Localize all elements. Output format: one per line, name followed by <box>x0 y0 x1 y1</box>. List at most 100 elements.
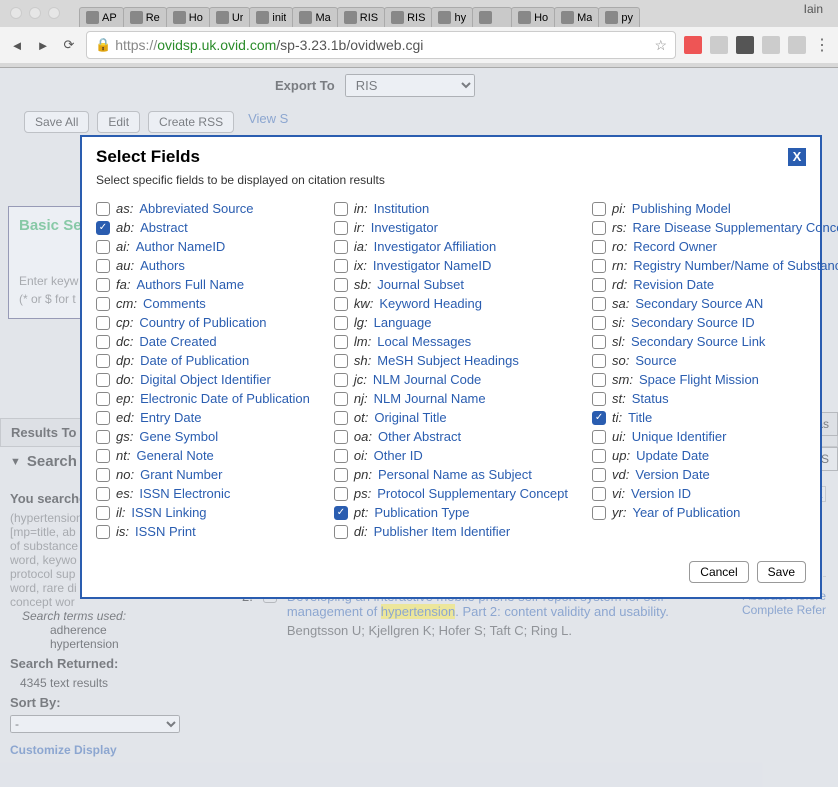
field-checkbox-nt[interactable] <box>96 449 110 463</box>
field-checkbox-do[interactable] <box>96 373 110 387</box>
field-checkbox-pt[interactable] <box>334 506 348 520</box>
star-icon[interactable]: ☆ <box>654 37 667 54</box>
field-checkbox-au[interactable] <box>96 259 110 273</box>
field-label[interactable]: Country of Publication <box>139 315 266 330</box>
field-checkbox-kw[interactable] <box>334 297 348 311</box>
field-checkbox-cm[interactable] <box>96 297 110 311</box>
field-checkbox-dc[interactable] <box>96 335 110 349</box>
field-checkbox-sl[interactable] <box>592 335 606 349</box>
browser-tab[interactable]: RIS <box>384 7 432 27</box>
field-label[interactable]: Investigator NameID <box>373 258 492 273</box>
forward-button[interactable]: ► <box>34 36 52 54</box>
field-checkbox-si[interactable] <box>592 316 606 330</box>
field-checkbox-rn[interactable] <box>592 259 606 273</box>
field-checkbox-dp[interactable] <box>96 354 110 368</box>
field-checkbox-ir[interactable] <box>334 221 348 235</box>
field-checkbox-oi[interactable] <box>334 449 348 463</box>
field-checkbox-jc[interactable] <box>334 373 348 387</box>
save-button[interactable]: Save <box>757 561 806 583</box>
field-label[interactable]: MeSH Subject Headings <box>377 353 519 368</box>
window-max-dot[interactable] <box>48 7 60 19</box>
field-label[interactable]: Other Abstract <box>378 429 461 444</box>
field-checkbox-ia[interactable] <box>334 240 348 254</box>
field-label[interactable]: ISSN Linking <box>131 505 206 520</box>
field-checkbox-pn[interactable] <box>334 468 348 482</box>
field-label[interactable]: Revision Date <box>633 277 714 292</box>
field-label[interactable]: Date of Publication <box>140 353 249 368</box>
field-checkbox-vi[interactable] <box>592 487 606 501</box>
menu-icon[interactable]: ⋮ <box>814 35 830 55</box>
field-label[interactable]: Investigator Affiliation <box>374 239 497 254</box>
browser-tab[interactable]: hy <box>431 7 473 27</box>
browser-tab[interactable]: Ur <box>209 7 251 27</box>
field-label[interactable]: Keyword Heading <box>379 296 482 311</box>
field-checkbox-pi[interactable] <box>592 202 606 216</box>
field-checkbox-yr[interactable] <box>592 506 606 520</box>
field-label[interactable]: Local Messages <box>377 334 471 349</box>
field-checkbox-gs[interactable] <box>96 430 110 444</box>
field-label[interactable]: Institution <box>374 201 430 216</box>
field-label[interactable]: Other ID <box>374 448 423 463</box>
browser-tab[interactable]: AP <box>79 7 124 27</box>
field-label[interactable]: Digital Object Identifier <box>140 372 271 387</box>
extension-icon[interactable] <box>788 36 806 54</box>
field-checkbox-rd[interactable] <box>592 278 606 292</box>
field-label[interactable]: Update Date <box>636 448 709 463</box>
field-checkbox-cp[interactable] <box>96 316 110 330</box>
field-label[interactable]: Unique Identifier <box>632 429 727 444</box>
field-checkbox-sb[interactable] <box>334 278 348 292</box>
export-format-select[interactable]: RIS <box>345 74 475 97</box>
field-checkbox-ti[interactable] <box>592 411 606 425</box>
edit-button[interactable]: Edit <box>97 111 140 133</box>
field-checkbox-ab[interactable] <box>96 221 110 235</box>
field-checkbox-es[interactable] <box>96 487 110 501</box>
field-label[interactable]: Personal Name as Subject <box>378 467 532 482</box>
sort-by-select[interactable]: - <box>10 715 180 733</box>
field-checkbox-st[interactable] <box>592 392 606 406</box>
field-checkbox-rs[interactable] <box>592 221 606 235</box>
field-label[interactable]: Authors Full Name <box>136 277 244 292</box>
window-min-dot[interactable] <box>29 7 41 19</box>
field-checkbox-sm[interactable] <box>592 373 606 387</box>
modal-close-button[interactable]: X <box>788 148 806 166</box>
save-all-button[interactable]: Save All <box>24 111 89 133</box>
field-label[interactable]: Entry Date <box>140 410 201 425</box>
address-bar[interactable]: 🔒 https:// ovidsp.uk.ovid.com /sp-3.23.1… <box>86 31 676 59</box>
complete-reference-link[interactable]: Complete Refer <box>742 603 826 617</box>
browser-tab[interactable] <box>472 7 512 27</box>
pocket-icon[interactable] <box>736 36 754 54</box>
field-checkbox-il[interactable] <box>96 506 110 520</box>
field-label[interactable]: Year of Publication <box>632 505 740 520</box>
field-label[interactable]: Abstract <box>140 220 188 235</box>
field-checkbox-no[interactable] <box>96 468 110 482</box>
field-label[interactable]: Comments <box>143 296 206 311</box>
field-label[interactable]: Secondary Source Link <box>631 334 765 349</box>
cancel-button[interactable]: Cancel <box>689 561 748 583</box>
field-label[interactable]: Abbreviated Source <box>139 201 253 216</box>
field-checkbox-ep[interactable] <box>96 392 110 406</box>
field-label[interactable]: Secondary Source AN <box>635 296 763 311</box>
browser-tab[interactable]: Re <box>123 7 167 27</box>
field-label[interactable]: Journal Subset <box>377 277 464 292</box>
field-label[interactable]: Record Owner <box>633 239 717 254</box>
field-label[interactable]: Publisher Item Identifier <box>374 524 511 539</box>
field-label[interactable]: ISSN Print <box>135 524 196 539</box>
field-checkbox-lg[interactable] <box>334 316 348 330</box>
view-link[interactable]: View S <box>248 111 288 133</box>
field-checkbox-vd[interactable] <box>592 468 606 482</box>
evernote-icon[interactable] <box>710 36 728 54</box>
field-checkbox-sa[interactable] <box>592 297 606 311</box>
field-checkbox-fa[interactable] <box>96 278 110 292</box>
field-label[interactable]: Secondary Source ID <box>631 315 755 330</box>
window-close-dot[interactable] <box>10 7 22 19</box>
field-checkbox-as[interactable] <box>96 202 110 216</box>
field-label[interactable]: Version Date <box>635 467 709 482</box>
field-label[interactable]: Gene Symbol <box>139 429 218 444</box>
field-label[interactable]: Electronic Date of Publication <box>140 391 310 406</box>
browser-tab[interactable]: Ho <box>511 7 555 27</box>
browser-tab[interactable]: Ma <box>554 7 599 27</box>
field-label[interactable]: Language <box>374 315 432 330</box>
field-checkbox-ro[interactable] <box>592 240 606 254</box>
field-label[interactable]: Date Created <box>139 334 216 349</box>
field-label[interactable]: NLM Journal Code <box>373 372 481 387</box>
